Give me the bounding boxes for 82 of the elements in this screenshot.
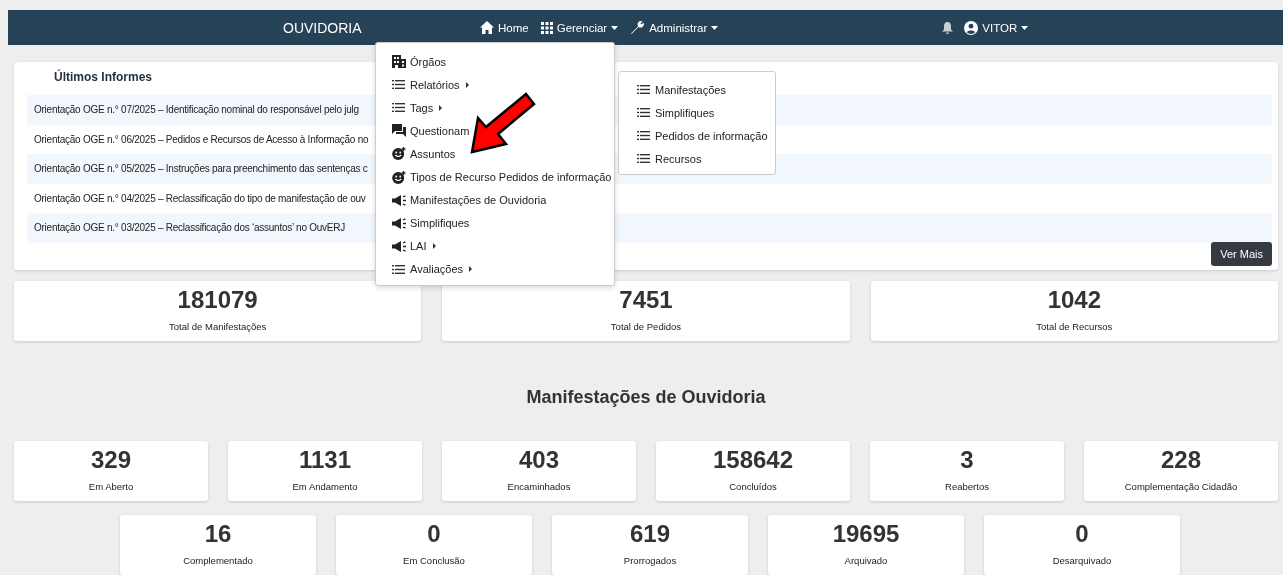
menu-item[interactable]: LAI: [376, 234, 614, 258]
menu-item[interactable]: Pedidos de informação: [621, 124, 775, 147]
list-icon: [637, 108, 650, 117]
user-menu[interactable]: VITOR: [964, 20, 1029, 35]
stat-label: Prorrogados: [623, 555, 677, 566]
stat-value: 619: [629, 519, 670, 549]
smiley-icon: [392, 170, 406, 184]
building-icon: [392, 55, 406, 69]
stat-label: Total de Pedidos: [610, 321, 682, 332]
list-icon: [392, 103, 405, 113]
report-link[interactable]: Orientação OGE n.° 07/2025 – Identificação nominal do responsável pelo julg: [34, 104, 359, 116]
see-more-button[interactable]: Ver Mais: [1211, 241, 1272, 266]
caret-icon: [711, 25, 719, 30]
report-link[interactable]: Orientação OGE n.° 03/2025 – Reclassificação dos ‘assuntos’ no OuvERJ: [34, 222, 345, 234]
caret-right-icon: [469, 266, 472, 273]
menu-item[interactable]: Simplifiques: [621, 101, 775, 124]
menu-item[interactable]: Simplifiques: [376, 211, 614, 235]
stat-label: Complementação Cidadão: [1124, 481, 1238, 492]
menu-item[interactable]: Manifestações de Ouvidoria: [376, 188, 614, 212]
stat-value: 329: [90, 445, 131, 475]
list-icon: [637, 85, 650, 94]
stat-value: 0: [1075, 519, 1089, 549]
menu-item[interactable]: Avaliações: [376, 257, 614, 281]
menu-item[interactable]: Assuntos: [376, 142, 614, 166]
megaphone-icon: [392, 194, 407, 206]
stat-label: Reabertos: [945, 481, 989, 492]
stat-label: Arquivado: [844, 555, 888, 566]
stat-label: Encaminhados: [507, 481, 571, 492]
stat-label: Total de Recursos: [1036, 321, 1113, 332]
bell-icon[interactable]: [942, 21, 954, 34]
caret-right-icon: [432, 243, 436, 250]
stat-value: 1042: [1047, 285, 1101, 315]
arrow-drawing: [468, 92, 538, 156]
stat-label: Complementado: [183, 555, 253, 566]
card-title: Últimos Informes: [54, 70, 152, 84]
stat-label: Em Aberto: [88, 481, 134, 492]
home-icon: [480, 21, 494, 34]
grid-icon: [540, 21, 553, 34]
report-link[interactable]: Orientação OGE n.° 05/2025 – Instruções para preenchimento das sentenças c: [34, 163, 368, 175]
menu-item[interactable]: Órgãos: [376, 50, 614, 74]
stat-value: 3: [960, 445, 974, 475]
report-link[interactable]: Orientação OGE n.° 04/2025 – Reclassificação do tipo de manifestação de ouv: [34, 192, 366, 204]
stat-value: 228: [1160, 445, 1201, 475]
menu-item[interactable]: Relatórios: [376, 73, 614, 97]
nav-link[interactable]: Gerenciar: [540, 21, 619, 34]
stat-label: Desarquivado: [1052, 555, 1112, 566]
list-icon: [392, 264, 405, 274]
list-icon: [637, 131, 650, 140]
stat-label: Total de Manifestações: [169, 321, 267, 332]
menu-item[interactable]: Manifestações: [621, 78, 775, 101]
user-avatar-icon: [964, 20, 979, 35]
stat-value: 181079: [177, 285, 258, 315]
report-link[interactable]: Orientação OGE n.° 06/2025 – Pedidos e Recursos de Acesso à Informação no: [34, 133, 369, 145]
nav-link[interactable]: Home: [480, 21, 529, 34]
caret-icon: [1021, 25, 1029, 30]
menu-item[interactable]: Questionam: [376, 119, 614, 143]
stat-value: 158642: [712, 445, 794, 475]
menu-item[interactable]: Tags: [376, 96, 614, 120]
brand-title[interactable]: OUVIDORIA: [283, 19, 443, 36]
stat-value: 19695: [832, 519, 900, 549]
caret-right-icon: [465, 81, 469, 88]
section-title: Manifestações de Ouvidoria: [525, 387, 767, 409]
nav-link[interactable]: Administrar: [630, 20, 719, 35]
megaphone-icon: [392, 240, 407, 252]
list-icon: [637, 154, 650, 163]
caret-icon: [611, 25, 619, 30]
stat-label: Em Andamento: [292, 481, 358, 492]
menu-item[interactable]: Tipos de Recurso Pedidos de informação: [376, 165, 614, 189]
caret-right-icon: [439, 104, 443, 111]
stat-value: 7451: [619, 285, 673, 315]
megaphone-icon: [392, 217, 407, 229]
wrench-icon: [630, 20, 646, 35]
smiley-icon: [392, 147, 406, 161]
stat-value: 403: [518, 445, 559, 475]
stat-label: Concluídos: [729, 481, 777, 492]
stat-label: Em Conclusão: [403, 555, 465, 566]
stat-value: 0: [427, 519, 441, 549]
stat-value: 1131: [298, 445, 352, 475]
list-icon: [392, 80, 405, 90]
stat-value: 16: [204, 519, 232, 549]
chat-icon: [392, 124, 406, 138]
menu-item[interactable]: Recursos: [621, 147, 775, 170]
